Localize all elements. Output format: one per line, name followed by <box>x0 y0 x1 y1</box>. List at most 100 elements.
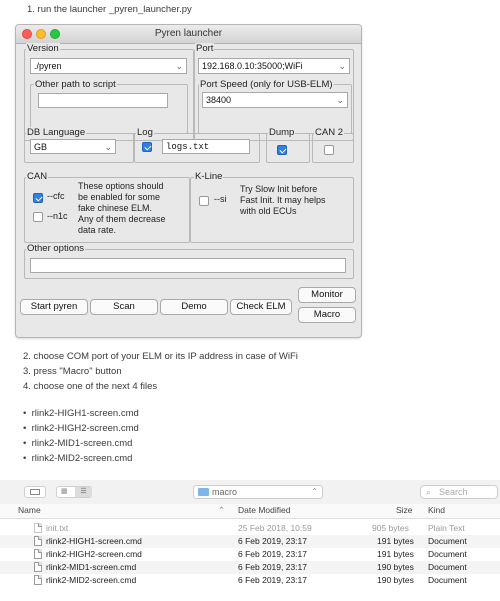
file-date: 6 Feb 2019, 23:17 <box>238 575 308 585</box>
port-label: Port <box>195 43 215 54</box>
n1c-checkbox[interactable] <box>33 212 43 222</box>
start-pyren-button[interactable]: Start pyren <box>20 299 88 315</box>
kline-description-line: Try Slow Init before <box>240 184 318 194</box>
bullet-icon: • <box>23 453 27 464</box>
search-field[interactable]: ⌕ Search <box>420 485 498 499</box>
log-checkbox[interactable] <box>142 142 152 152</box>
can-description-line: be enabled for some <box>78 192 161 202</box>
file-kind: Document <box>428 575 467 585</box>
file-row[interactable]: rlink2-MID1-screen.cmd 6 Feb 2019, 23:17… <box>0 561 500 574</box>
db-language-label: DB Language <box>26 127 87 138</box>
bullet-text: rlink2-HIGH2-screen.cmd <box>31 423 139 434</box>
file-size: 191 bytes <box>377 549 414 559</box>
file-size: 905 bytes <box>372 523 409 533</box>
instruction-step-2: 2. choose COM port of your ELM or its IP… <box>23 351 298 362</box>
document-icon <box>34 536 42 546</box>
column-kind[interactable]: Kind <box>428 505 445 515</box>
document-icon <box>34 575 42 585</box>
bullet-text: rlink2-MID2-screen.cmd <box>31 453 133 464</box>
can2-label: CAN 2 <box>314 127 344 138</box>
file-kind: Document <box>428 549 467 559</box>
chevron-down-icon: ⌄ <box>175 61 183 71</box>
bullet-text: rlink2-HIGH1-screen.cmd <box>31 408 139 419</box>
search-icon: ⌕ <box>426 487 432 497</box>
column-name[interactable]: Name <box>18 505 41 515</box>
bullet-icon: • <box>23 423 27 434</box>
can-description: These options should be enabled for some… <box>78 181 188 236</box>
instruction-step-3: 3. press "Macro" button <box>23 366 122 377</box>
check-elm-button[interactable]: Check ELM <box>230 299 292 315</box>
can-description-line: data rate. <box>78 225 117 235</box>
sidebar-icon <box>30 489 40 495</box>
column-date-modified[interactable]: Date Modified <box>238 505 290 515</box>
file-name: rlink2-MID1-screen.cmd <box>46 562 137 572</box>
file-date: 25 Feb 2018, 10:59 <box>238 523 312 533</box>
bullet-text: rlink2-MID1-screen.cmd <box>31 438 133 449</box>
bullet-list-item: • rlink2-MID2-screen.cmd <box>23 453 132 464</box>
cfc-checkbox[interactable] <box>33 193 43 203</box>
version-combo[interactable]: ./pyren ⌄ <box>30 58 187 74</box>
db-language-value: GB <box>34 142 48 152</box>
version-label: Version <box>26 43 60 54</box>
file-date: 6 Feb 2019, 23:17 <box>238 562 308 572</box>
sort-chevron-icon: ⌃ <box>218 505 226 515</box>
kline-description-line: with old ECUs <box>240 206 297 216</box>
version-value: ./pyren <box>34 61 62 71</box>
log-file-input[interactable]: logs.txt <box>162 139 250 154</box>
search-placeholder: Search <box>439 487 468 497</box>
file-row[interactable]: rlink2-HIGH2-screen.cmd 6 Feb 2019, 23:1… <box>0 548 500 561</box>
finder-toolbar: ▦ ☰ macro ⌃ ⌕ Search <box>0 480 500 505</box>
title-bar[interactable]: Pyren launcher <box>16 25 361 44</box>
n1c-label: --n1c <box>47 211 68 221</box>
file-kind: Document <box>428 562 467 572</box>
pyren-launcher-window: Pyren launcher Version ./pyren ⌄ Other p… <box>15 24 362 338</box>
file-row[interactable]: init.txt 25 Feb 2018, 10:59 905 bytes Pl… <box>0 522 500 535</box>
other-path-label: Other path to script <box>34 79 117 90</box>
other-options-label: Other options <box>26 243 86 254</box>
icon-view-icon: ▦ <box>61 488 68 495</box>
file-size: 190 bytes <box>377 562 414 572</box>
can-label: CAN <box>26 171 49 182</box>
macro-button[interactable]: Macro <box>298 307 356 323</box>
instruction-step-4: 4. choose one of the next 4 files <box>23 381 158 392</box>
chevron-down-icon: ⌄ <box>338 61 346 71</box>
db-language-combo[interactable]: GB ⌄ <box>30 139 116 154</box>
log-label: Log <box>136 127 154 138</box>
file-row[interactable]: rlink2-MID2-screen.cmd 6 Feb 2019, 23:17… <box>0 574 500 587</box>
file-date: 6 Feb 2019, 23:17 <box>238 536 308 546</box>
can2-checkbox[interactable] <box>324 145 334 155</box>
si-checkbox[interactable] <box>199 196 209 206</box>
file-kind: Plain Text <box>428 523 465 533</box>
sidebar-toggle-button[interactable] <box>24 486 46 498</box>
port-value: 192.168.0.10:35000;WiFi <box>202 61 303 71</box>
can-description-line: These options should <box>78 181 164 191</box>
file-row[interactable]: rlink2-HIGH1-screen.cmd 6 Feb 2019, 23:1… <box>0 535 500 548</box>
folder-path-popup[interactable]: macro ⌃ <box>193 485 323 499</box>
dump-label: Dump <box>268 127 296 138</box>
column-size[interactable]: Size <box>396 505 413 515</box>
bullet-list-item: • rlink2-MID1-screen.cmd <box>23 438 132 449</box>
port-speed-combo[interactable]: 38400 ⌄ <box>202 92 348 108</box>
monitor-button[interactable]: Monitor <box>298 287 356 303</box>
file-date: 6 Feb 2019, 23:17 <box>238 549 308 559</box>
column-header-row: Name ⌃ Date Modified Size Kind <box>0 504 500 519</box>
port-combo[interactable]: 192.168.0.10:35000;WiFi ⌄ <box>198 58 350 74</box>
port-speed-value: 38400 <box>206 95 232 105</box>
view-mode-control[interactable]: ▦ ☰ <box>56 486 92 498</box>
bullet-icon: • <box>23 438 27 449</box>
bullet-list-item: • rlink2-HIGH2-screen.cmd <box>23 423 139 434</box>
can-description-line: fake chinese ELM. <box>78 203 153 213</box>
bullet-icon: • <box>23 408 27 419</box>
file-size: 191 bytes <box>377 536 414 546</box>
kline-description-line: Fast Init. It may helps <box>240 195 326 205</box>
scan-button[interactable]: Scan <box>90 299 158 315</box>
other-path-input[interactable] <box>38 93 168 108</box>
dump-checkbox[interactable] <box>277 145 287 155</box>
file-name: rlink2-MID2-screen.cmd <box>46 575 137 585</box>
demo-button[interactable]: Demo <box>160 299 228 315</box>
window-title: Pyren launcher <box>154 28 223 39</box>
file-kind: Document <box>428 536 467 546</box>
other-options-input[interactable] <box>30 258 346 273</box>
chevron-down-icon: ⌄ <box>336 95 344 105</box>
document-icon <box>34 549 42 559</box>
